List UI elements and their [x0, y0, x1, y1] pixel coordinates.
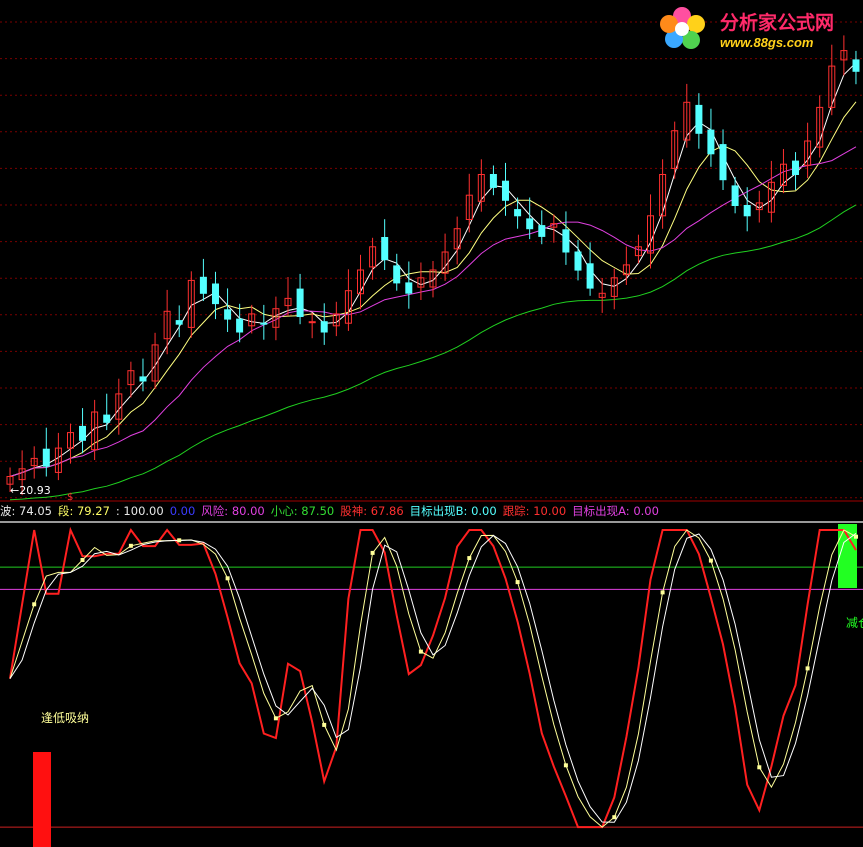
candle-body — [175, 320, 183, 325]
segment-dot — [467, 556, 472, 561]
moving-average-line — [9, 146, 857, 477]
segment-dot — [708, 558, 713, 563]
candle-body — [224, 309, 232, 320]
candle-body — [792, 160, 799, 176]
readout-item: 波: 74.05 — [0, 504, 52, 518]
candle-body — [719, 144, 727, 181]
candle-body — [743, 205, 751, 217]
indicator-readout: 波: 74.05 段: 79.27 : 100.00 0.00 风险: 80.00 小心:… — [0, 503, 863, 519]
segment-dot — [32, 602, 37, 607]
oscillator-line — [9, 526, 857, 829]
candle-body — [731, 185, 739, 206]
segment-dot — [563, 763, 568, 768]
readout-item: 目标出现B: 0.00 — [409, 504, 497, 518]
readout-item: 0.00 — [169, 504, 196, 518]
segment-dot — [612, 815, 617, 820]
readout-item: : 100.00 — [115, 504, 164, 518]
candle-body — [707, 129, 715, 155]
candle-body — [79, 425, 86, 441]
candle-body — [308, 321, 316, 324]
candle-body — [695, 104, 703, 134]
candle-body — [199, 276, 207, 294]
readout-item: 目标出现A: 0.00 — [572, 504, 659, 518]
readout-item: 风险: 80.00 — [201, 504, 265, 518]
indicator-lines: 逢低吸纳 减仓 — [9, 526, 863, 829]
candle-body — [852, 59, 860, 72]
segment-dot — [322, 722, 327, 727]
candle-body — [381, 237, 389, 261]
watermark-url: www.88gs.com — [720, 35, 814, 50]
price-grid — [0, 21, 863, 499]
candle-body — [296, 288, 304, 318]
readout-item: 股神: 67.86 — [340, 504, 404, 518]
signal-bars — [33, 524, 857, 847]
segment-dot — [177, 538, 182, 543]
candle-body — [103, 414, 111, 423]
sell-signal-bar — [838, 524, 857, 588]
segment-dot — [128, 543, 133, 548]
stock-chart[interactable]: ←20.93$ 逢低吸纳 减仓 — [0, 0, 863, 847]
candle-body — [526, 218, 534, 230]
candle-body — [260, 322, 268, 325]
candle-body — [489, 174, 497, 188]
candle-body — [139, 376, 147, 382]
candle-body — [320, 321, 328, 333]
candle-body — [502, 180, 509, 201]
price-annotations: ←20.93$ — [10, 484, 73, 503]
segment-dot — [370, 550, 375, 555]
candle-body — [514, 209, 522, 217]
segment-dot — [80, 558, 85, 562]
candle-body — [236, 318, 244, 333]
buy-signal-bar — [33, 752, 51, 847]
sell-label: 减仓 — [846, 616, 863, 630]
segment-dot — [225, 576, 230, 581]
moving-average-line — [9, 204, 857, 501]
candle-body — [538, 225, 546, 237]
segment-dot — [660, 590, 665, 595]
segment-dot — [854, 534, 858, 539]
watermark-title: 分析家公式网 — [720, 12, 835, 34]
buy-label: 逢低吸纳 — [41, 711, 89, 725]
candle-body — [212, 283, 219, 305]
candle-body — [586, 263, 594, 289]
segment-dot — [515, 580, 520, 585]
candle-body — [405, 282, 413, 294]
candle-body — [562, 229, 570, 253]
readout-item: 跟踪: 10.00 — [502, 504, 567, 518]
readout-item: 小心: 87.50 — [270, 504, 335, 518]
candle-body — [393, 265, 401, 284]
segment-dot — [418, 649, 423, 654]
candlesticks — [6, 35, 860, 496]
low-price-marker: ←20.93 — [10, 484, 51, 497]
site-watermark: 分析家公式网 www.88gs.com — [660, 4, 860, 54]
segment-dot — [805, 666, 810, 671]
candle-body — [42, 448, 50, 467]
readout-item: 段: 79.27 — [57, 504, 110, 518]
candle-body — [574, 251, 582, 271]
flower-logo-icon — [660, 7, 705, 49]
segment-dot — [273, 716, 278, 721]
segment-dot — [757, 765, 762, 770]
